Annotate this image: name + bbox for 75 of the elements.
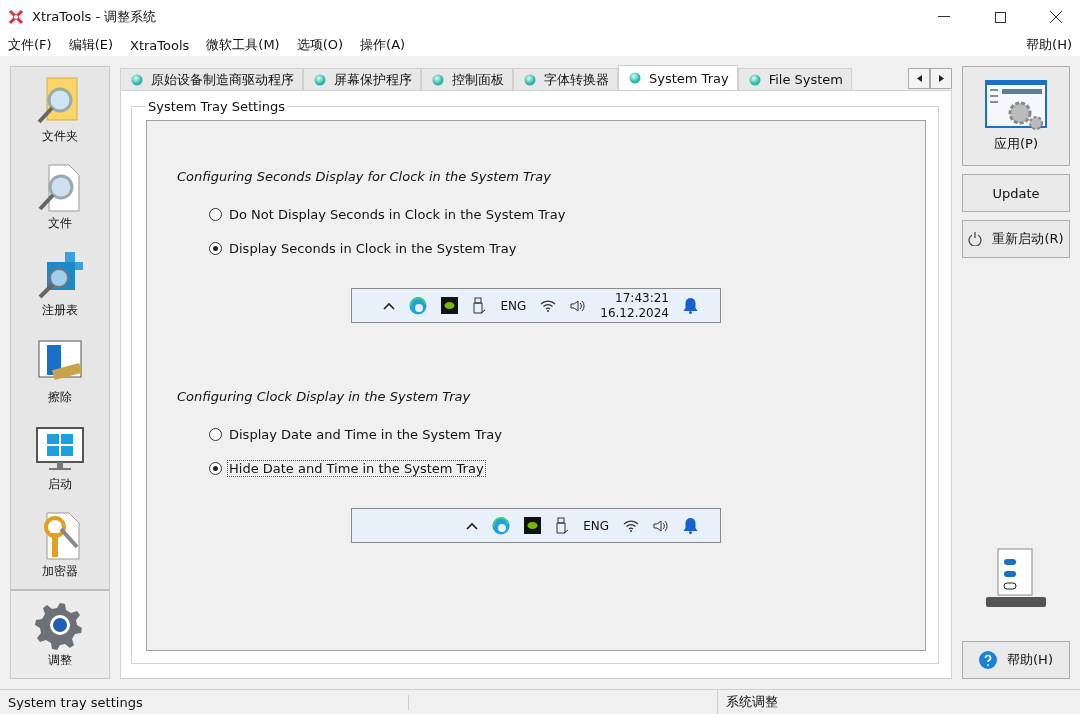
radio-label[interactable]: Do Not Display Seconds in Clock in the System Tray <box>227 206 568 223</box>
update-button[interactable]: Update <box>962 174 1070 212</box>
section-heading: Configuring Clock Display in the System Tray <box>177 389 472 404</box>
speaker-icon <box>570 298 587 313</box>
usb-drive-icon <box>472 296 487 315</box>
language-indicator: ENG <box>500 298 527 313</box>
bell-icon <box>683 517 698 534</box>
clock-date: 16.12.2024 <box>600 305 669 321</box>
sidebar-item[interactable]: 注册表 <box>11 241 109 328</box>
scroll-right-button[interactable] <box>930 67 952 89</box>
wifi-icon <box>623 519 639 532</box>
tab[interactable]: 控制面板 <box>421 68 513 90</box>
gear-icon <box>35 600 85 650</box>
group-title: System Tray Settings <box>147 99 287 114</box>
usb-drive-icon <box>555 516 570 535</box>
window-title: XtraTools - 调整系统 <box>32 8 158 26</box>
radio-button[interactable] <box>209 208 222 221</box>
power-icon <box>968 232 983 246</box>
tab[interactable]: 屏幕保护程序 <box>303 68 421 90</box>
sidebar-item[interactable]: 文件夹 <box>11 67 109 154</box>
chevron-up-icon <box>383 301 396 310</box>
apply-button[interactable]: 应用(P) <box>962 66 1070 166</box>
radio-label[interactable]: Display Date and Time in the System Tray <box>227 426 504 443</box>
tab-bullet-icon <box>314 73 326 86</box>
status-text: System tray settings <box>0 694 409 710</box>
tab-bullet-icon <box>748 73 761 86</box>
menu-item[interactable]: 选项(O) <box>296 36 344 54</box>
help-icon <box>979 651 998 669</box>
tab[interactable]: System Tray <box>618 65 738 90</box>
toggle-settings-icon <box>984 547 1048 609</box>
triangle-right-icon <box>938 74 944 82</box>
menu-item[interactable]: XtraTools <box>130 37 190 53</box>
radio-label[interactable]: Hide Date and Time in the System Tray <box>227 460 486 477</box>
tab-bullet-icon <box>629 72 641 84</box>
section-heading: Configuring Seconds Display for Clock in the System Tray <box>177 169 552 184</box>
sidebar-item[interactable]: 调整 <box>11 589 109 678</box>
menu-item[interactable]: 操作(A) <box>360 36 406 54</box>
triangle-left-icon <box>916 74 922 82</box>
browser-logo-icon <box>409 296 428 315</box>
tab-bullet-icon <box>524 73 536 86</box>
clock-time: 17:43:21 <box>615 290 669 306</box>
radio-button[interactable] <box>209 242 222 255</box>
menu-item[interactable]: 微软工具(M) <box>206 36 280 54</box>
restart-button[interactable]: 重新启动(R) <box>962 220 1070 258</box>
browser-logo-icon <box>492 516 511 535</box>
maximize-icon <box>994 11 1006 23</box>
sidebar-item[interactable]: 启动 <box>11 415 109 502</box>
menu-item[interactable]: 帮助(H) <box>1026 36 1072 54</box>
help-button[interactable]: 帮助(H) <box>962 641 1070 679</box>
close-icon <box>1050 11 1062 23</box>
tab[interactable]: 字体转换器 <box>513 68 618 90</box>
scroll-left-button[interactable] <box>908 67 930 89</box>
tab[interactable]: 原始设备制造商驱动程序 <box>120 68 303 90</box>
radio-label[interactable]: Display Seconds in Clock in the System Tray <box>227 240 519 257</box>
sidebar-item[interactable]: 加密器 <box>11 502 109 589</box>
radio-button[interactable] <box>209 462 222 475</box>
tab-bullet-icon <box>131 73 143 86</box>
speaker-icon <box>653 518 669 533</box>
tab[interactable]: File System <box>737 68 853 90</box>
sidebar-item[interactable]: 文件 <box>11 154 109 241</box>
radio-button[interactable] <box>209 428 222 441</box>
settings-window-icon <box>984 79 1048 133</box>
graphics-app-icon <box>524 517 542 534</box>
wifi-icon <box>540 299 557 312</box>
chevron-up-icon <box>466 521 479 530</box>
sidebar-item[interactable]: 擦除 <box>11 328 109 415</box>
app-logo-icon <box>8 9 24 25</box>
status-text: 系统调整 <box>725 693 778 711</box>
menu-item[interactable]: 编辑(E) <box>68 36 113 54</box>
language-indicator: ENG <box>583 518 609 533</box>
graphics-app-icon <box>441 297 459 314</box>
minimize-icon <box>938 16 950 18</box>
tab-bullet-icon <box>432 73 444 86</box>
bell-icon <box>683 297 698 314</box>
menu-item[interactable]: 文件(F) <box>8 36 52 54</box>
